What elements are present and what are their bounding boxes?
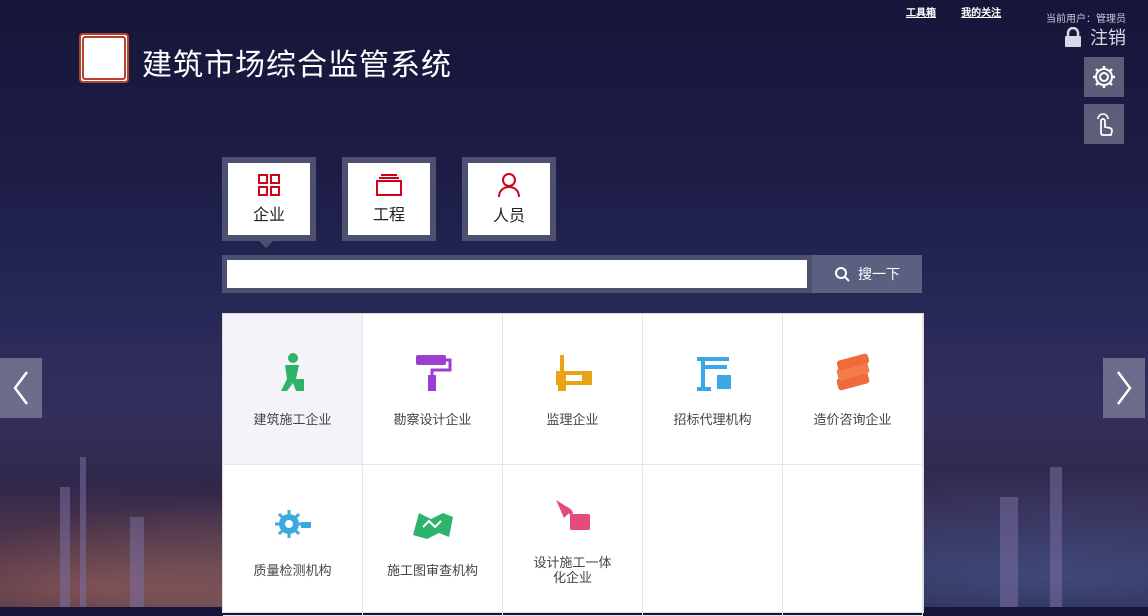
top-links: 工具箱 我的关注 — [906, 4, 1023, 19]
gear-icon — [271, 502, 315, 546]
tab-project-label: 工程 — [372, 205, 405, 224]
grid-item-label: 招标代理机构 — [673, 412, 752, 428]
logo — [79, 33, 129, 83]
tab-enterprise-label: 企业 — [252, 205, 285, 224]
grid-item-label: 建筑施工企业 — [253, 412, 332, 428]
grid-item-label: 监理企业 — [546, 412, 599, 428]
chevron-left-icon — [13, 371, 28, 405]
grid-item-label: 设计施工一体化企业 — [533, 556, 612, 586]
active-tab-pointer — [258, 240, 274, 248]
grid-item-label: 勘察设计企业 — [393, 412, 472, 428]
grid-item-cost-consulting[interactable]: 造价咨询企业 — [783, 314, 923, 465]
grid-item-survey-design[interactable]: 勘察设计企业 — [363, 314, 503, 465]
worker-icon — [271, 351, 315, 395]
grid-item-quality-testing[interactable]: 质量检测机构 — [223, 465, 363, 616]
grid-item-label: 质量检测机构 — [253, 563, 332, 579]
settings-button[interactable] — [1084, 57, 1124, 97]
crane-icon — [691, 351, 735, 395]
search-input[interactable] — [227, 260, 807, 288]
tab-personnel[interactable]: 人员 — [462, 157, 556, 241]
logout-button[interactable]: 注销 — [1064, 24, 1126, 50]
grid-empty-cell — [643, 465, 783, 616]
grid-item-bidding-agency[interactable]: 招标代理机构 — [643, 314, 783, 465]
search-button-label: 搜一下 — [858, 267, 900, 283]
lock-icon — [1065, 27, 1081, 47]
next-arrow[interactable] — [1103, 358, 1145, 418]
grid-item-label: 造价咨询企业 — [813, 412, 892, 428]
grid-item-construction[interactable]: 建筑施工企业 — [223, 314, 363, 465]
blueprint-icon — [411, 502, 455, 546]
level-icon — [551, 351, 595, 395]
toolbox-link[interactable]: 工具箱 — [906, 8, 936, 19]
person-icon — [498, 173, 520, 198]
tab-personnel-label: 人员 — [492, 206, 525, 225]
touch-button[interactable] — [1084, 104, 1124, 144]
search-bar: 搜一下 — [222, 255, 922, 293]
tab-enterprise[interactable]: 企业 — [222, 157, 316, 241]
prev-arrow[interactable] — [0, 358, 42, 418]
money-icon — [831, 351, 875, 395]
grid-item-label: 施工图审查机构 — [386, 563, 478, 579]
gear-icon — [1093, 66, 1115, 88]
page-title: 建筑市场综合监管系统 — [142, 48, 452, 83]
paint-roller-icon — [411, 351, 455, 395]
grid-item-design-build[interactable]: 设计施工一体化企业 — [503, 465, 643, 616]
chevron-right-icon — [1117, 371, 1132, 405]
tab-project[interactable]: 工程 — [342, 157, 436, 241]
search-button[interactable]: 搜一下 — [812, 255, 922, 293]
my-follow-link[interactable]: 我的关注 — [961, 8, 1001, 19]
grid-empty-cell — [783, 465, 923, 616]
logout-label: 注销 — [1090, 28, 1126, 49]
grid-item-supervision[interactable]: 监理企业 — [503, 314, 643, 465]
grid-icon — [258, 174, 280, 196]
tools-icon — [551, 494, 595, 538]
grid-item-drawing-review[interactable]: 施工图审查机构 — [363, 465, 503, 616]
search-icon — [835, 267, 850, 282]
enterprise-type-grid: 建筑施工企业 勘察设计企业 监理企业 招标代理机构 造价咨询企业 质量检测机构 — [222, 313, 924, 616]
current-user: 当前用户：管理员 — [1046, 14, 1126, 25]
stack-icon — [376, 174, 402, 196]
hand-pointer-icon — [1097, 113, 1113, 136]
